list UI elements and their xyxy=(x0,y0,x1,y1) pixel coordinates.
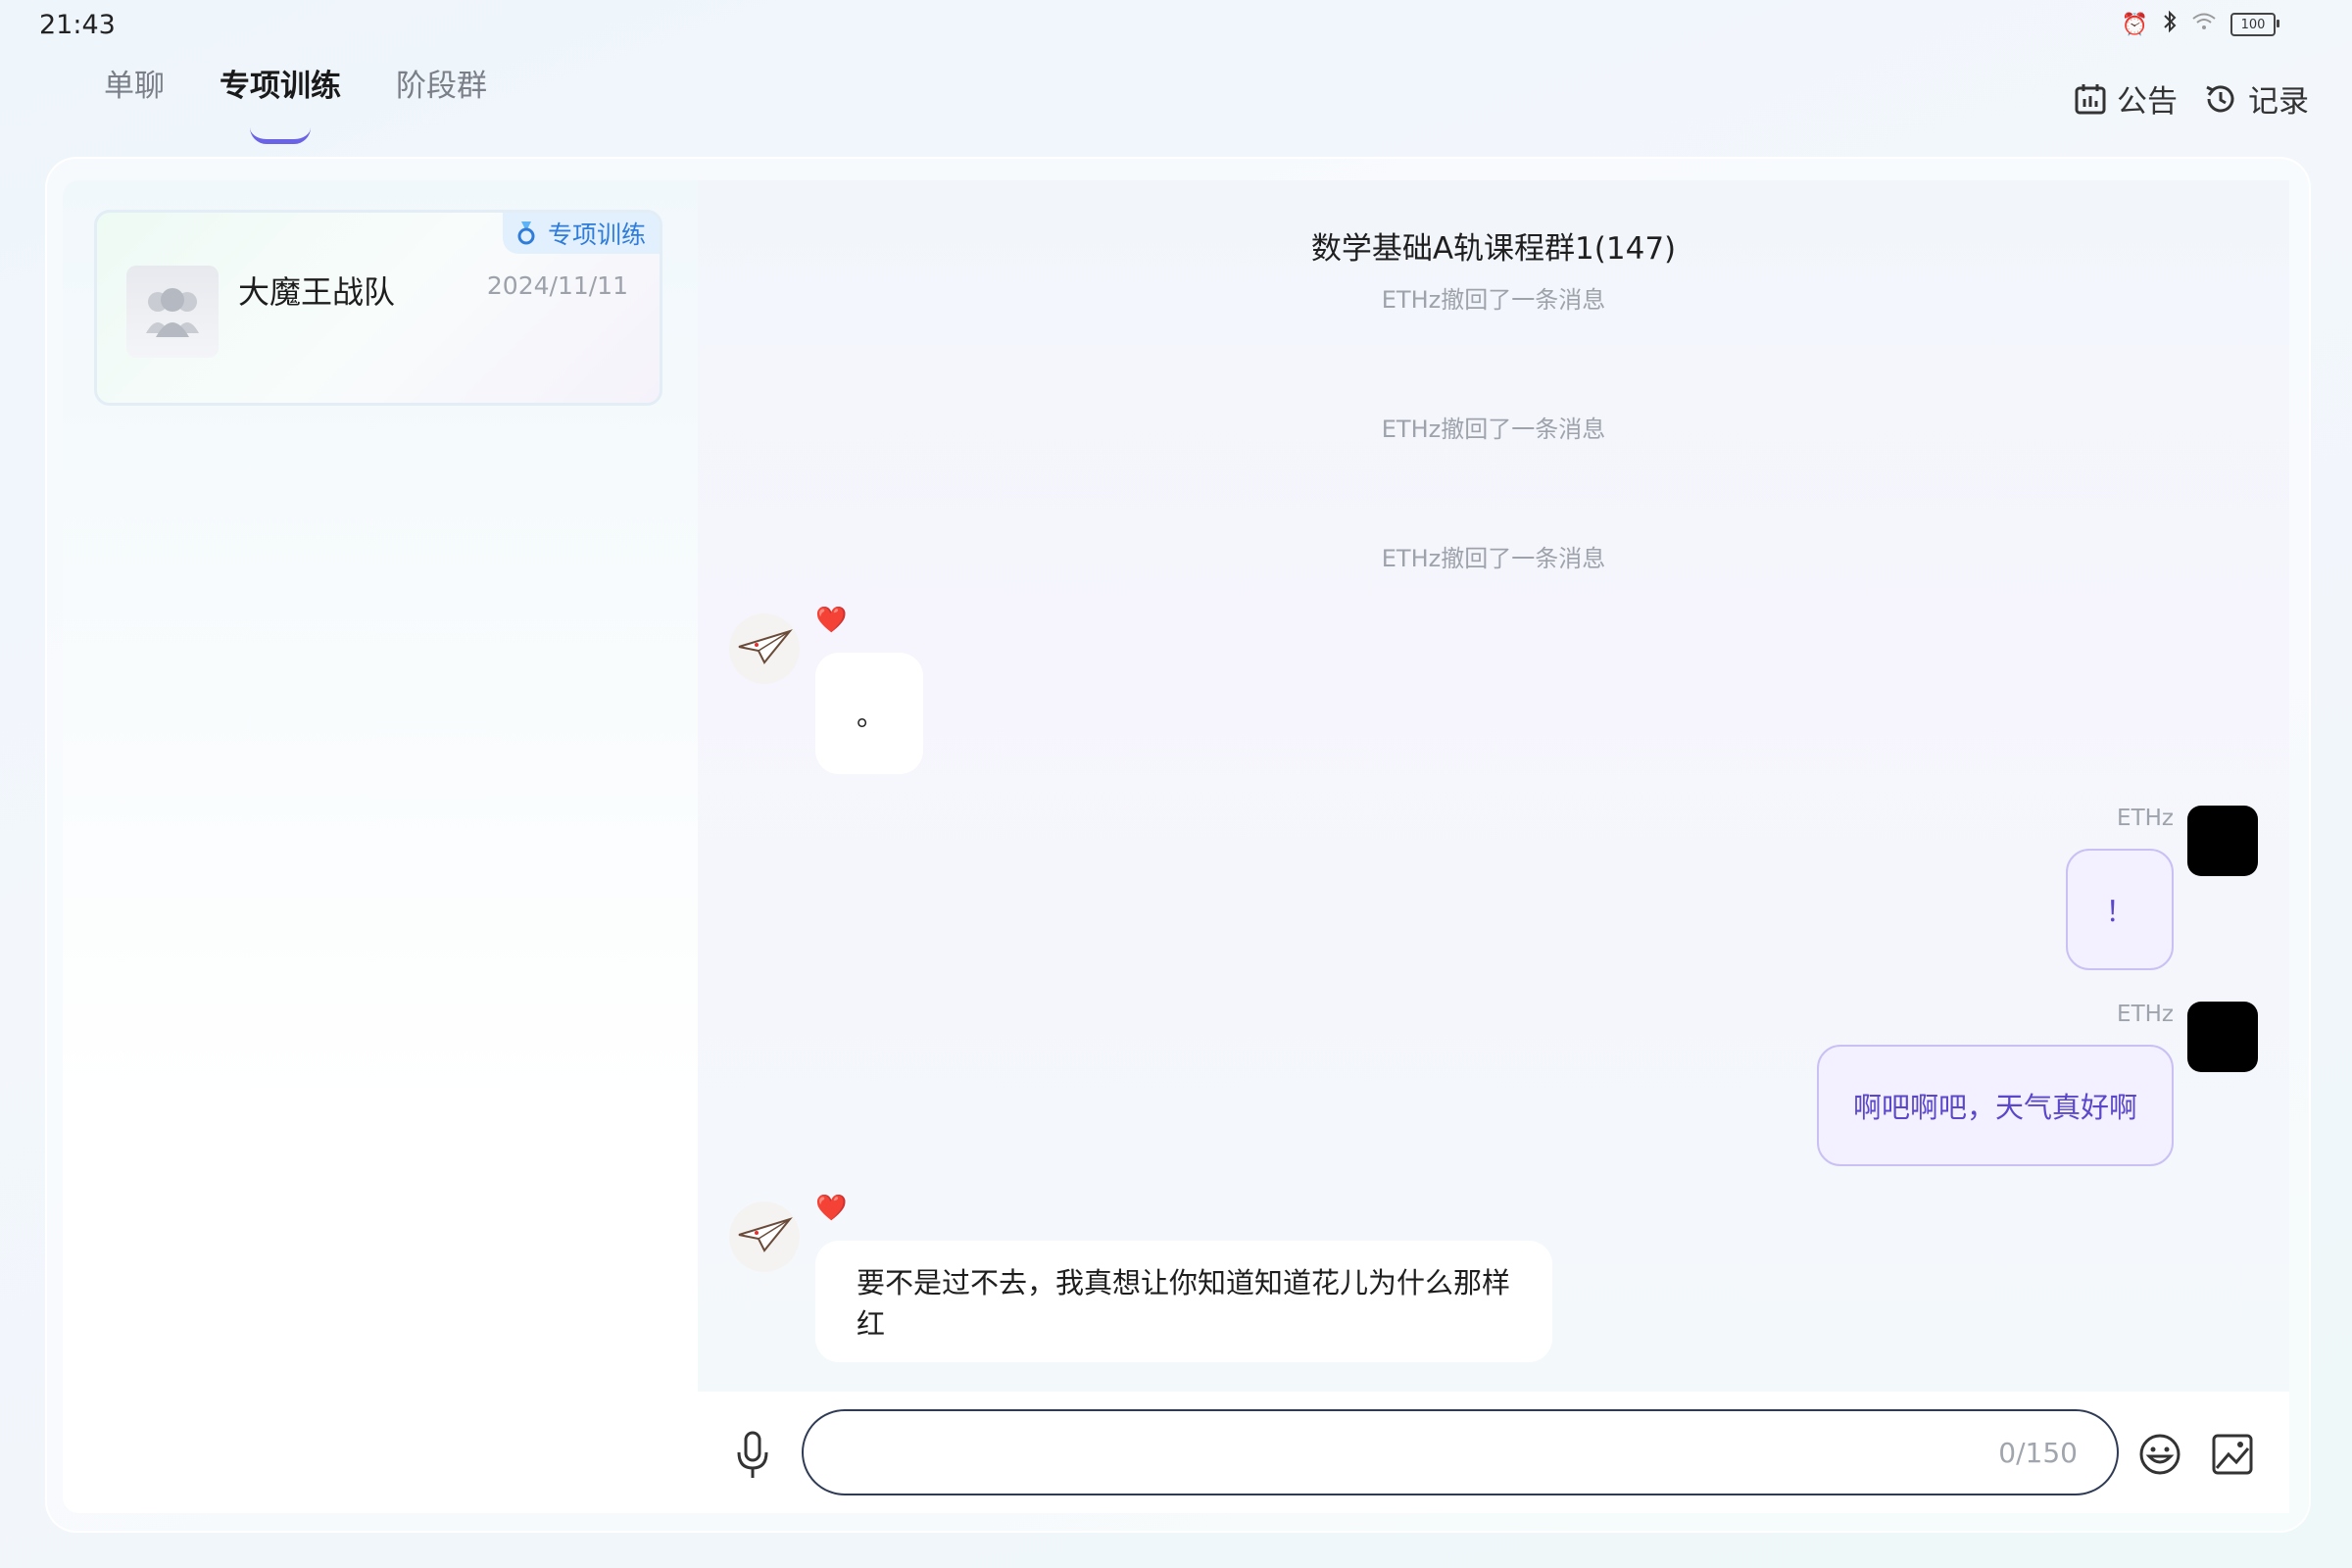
alarm-icon: ⏰ xyxy=(2121,12,2148,37)
input-bar: 0/150 xyxy=(698,1392,2289,1513)
char-counter: 0/150 xyxy=(1998,1437,2078,1469)
system-message: ETHz撤回了一条消息 xyxy=(1381,286,1606,314)
sender-name: ETHz xyxy=(2117,806,2174,831)
history-button[interactable]: 记录 xyxy=(2203,76,2309,121)
special-training-badge: 专项训练 xyxy=(502,213,660,254)
calendar-icon xyxy=(2075,83,2106,114)
emoji-button[interactable] xyxy=(2138,1433,2181,1480)
sender-name: ETHz xyxy=(2117,1002,2174,1027)
chat-title: 数学基础A轨课程群1(147) xyxy=(1310,231,1677,267)
tab-stage-group[interactable]: 阶段群 xyxy=(396,61,487,105)
notice-button[interactable]: 公告 xyxy=(2074,76,2178,121)
user-avatar[interactable] xyxy=(2187,1002,2258,1072)
message-bubble[interactable]: 要不是过不去，我真想让你知道知道花儿为什么那样红 xyxy=(815,1241,1552,1362)
microphone-button[interactable] xyxy=(735,1431,770,1484)
heart-reaction[interactable]: ❤️ xyxy=(815,606,847,635)
chat-area: 数学基础A轨课程群1(147) ETHz撤回了一条消息 ETHz撤回了一条消息 … xyxy=(698,180,2289,1392)
status-time: 21:43 xyxy=(39,10,116,40)
paper-plane-avatar[interactable] xyxy=(729,1201,800,1272)
tab-single-chat[interactable]: 单聊 xyxy=(104,61,165,105)
smiley-icon xyxy=(2139,1434,2180,1475)
conversation-name: 大魔王战队 xyxy=(238,273,396,311)
message-bubble-own[interactable]: ！ xyxy=(2066,849,2174,970)
image-button[interactable] xyxy=(2211,1433,2254,1480)
conversation-card[interactable]: 专项训练 大魔王战队 2024/11/11 xyxy=(94,210,662,406)
top-actions: 公告 记录 xyxy=(2074,76,2309,121)
image-icon xyxy=(2212,1434,2253,1475)
paper-plane-avatar[interactable] xyxy=(729,613,800,684)
history-icon xyxy=(2206,84,2234,112)
paper-plane-icon xyxy=(738,629,793,664)
wifi-icon xyxy=(2191,12,2217,37)
microphone-icon xyxy=(737,1431,768,1478)
message-bubble[interactable]: 。 xyxy=(815,653,923,774)
system-message: ETHz撤回了一条消息 xyxy=(1381,416,1606,443)
system-message: ETHz撤回了一条消息 xyxy=(1381,545,1606,572)
battery-icon: 100 xyxy=(2230,13,2279,36)
active-tab-indicator xyxy=(250,127,311,144)
paper-plane-icon xyxy=(738,1217,793,1252)
group-avatar xyxy=(126,266,219,358)
message-bubble-own[interactable]: 啊吧啊吧，天气真好啊 xyxy=(1817,1045,2174,1166)
user-avatar[interactable] xyxy=(2187,806,2258,876)
conversation-date: 2024/11/11 xyxy=(486,271,628,300)
message-input[interactable]: 0/150 xyxy=(802,1409,2119,1495)
group-icon xyxy=(146,288,199,337)
bluetooth-icon xyxy=(2162,10,2178,39)
heart-reaction[interactable]: ❤️ xyxy=(815,1194,847,1223)
tab-special-training[interactable]: 专项训练 xyxy=(220,61,341,144)
top-tabs: 单聊 专项训练 阶段群 xyxy=(104,61,487,144)
status-icons: ⏰ 100 xyxy=(2121,10,2279,39)
medal-icon xyxy=(516,221,536,251)
